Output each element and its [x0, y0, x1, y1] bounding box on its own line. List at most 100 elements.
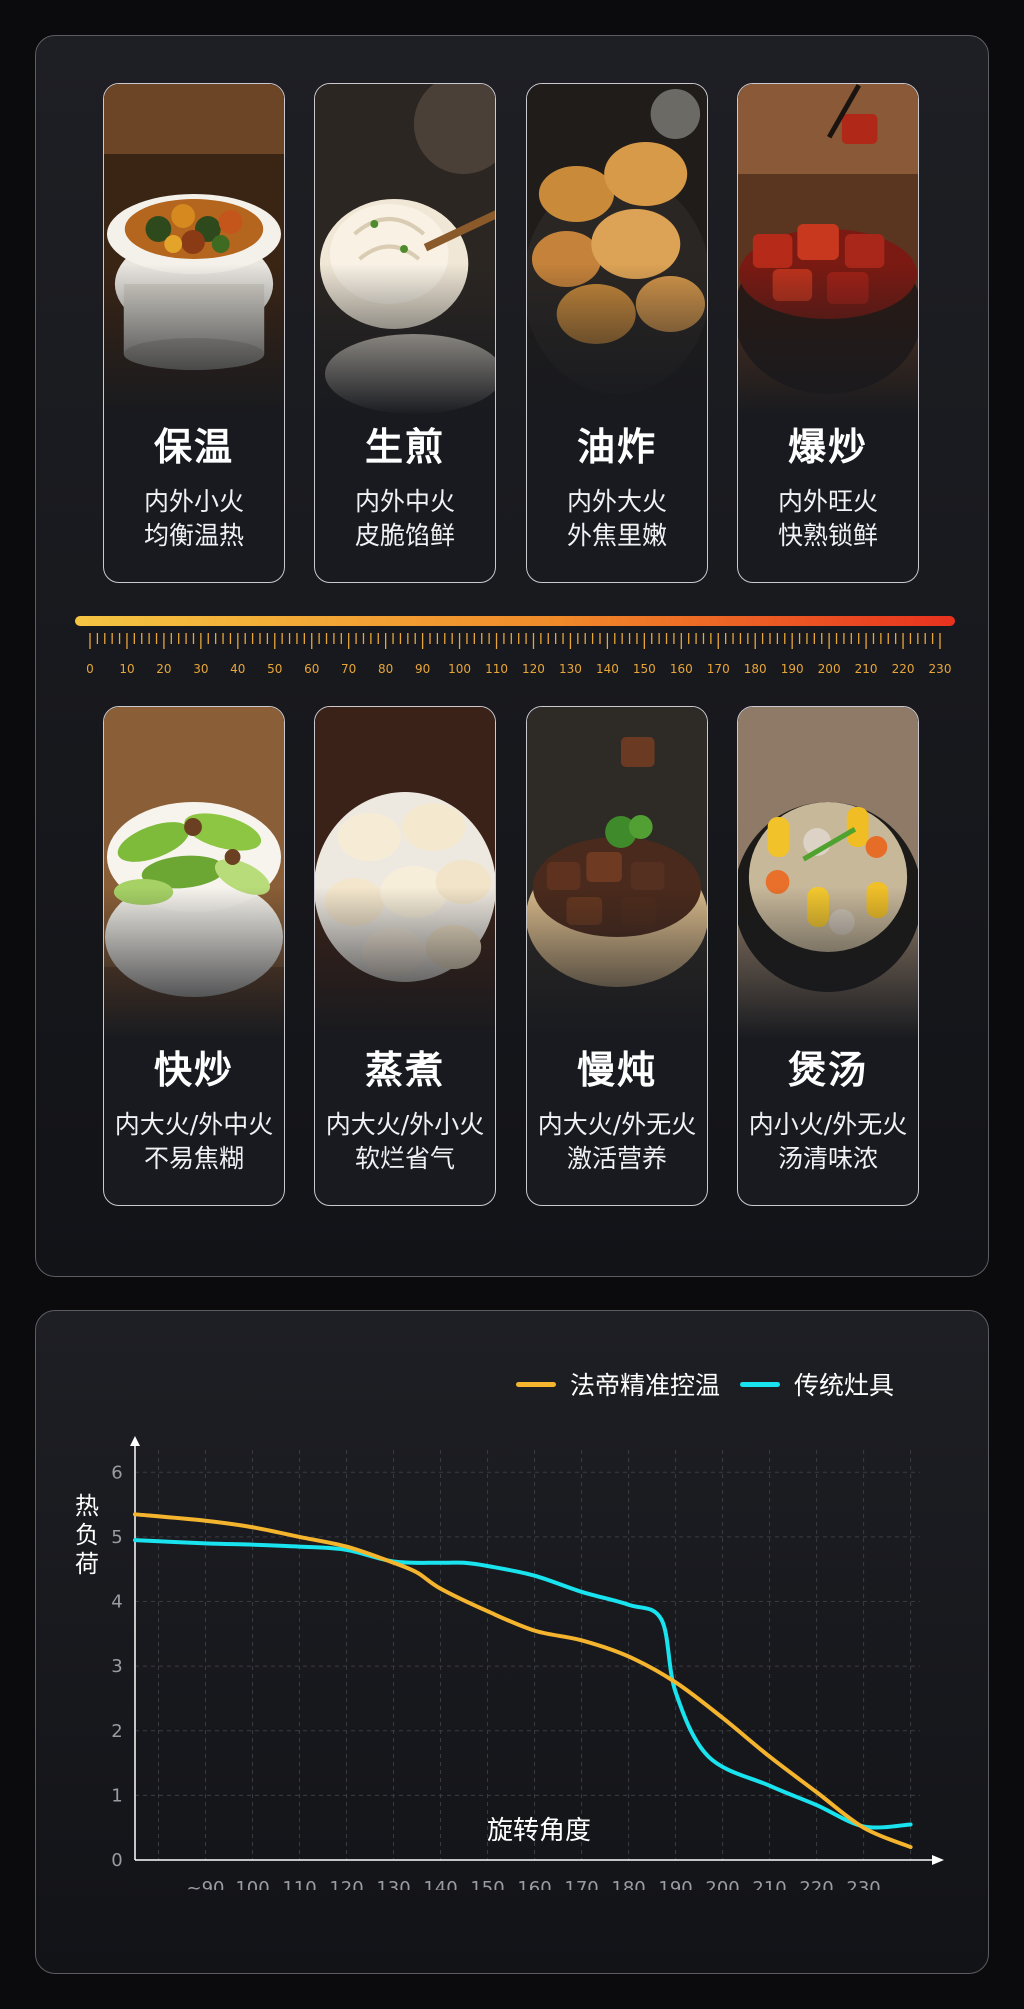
card-fade — [527, 887, 707, 1047]
mode-card: 煲汤 内小火/外无火 汤清味浓 — [737, 706, 919, 1206]
x-tick-label: 170 — [564, 1878, 598, 1890]
y-tick-label: 5 — [111, 1527, 122, 1548]
x-tick-label: ~90 — [187, 1878, 225, 1890]
mode-title: 快炒 — [153, 1048, 234, 1092]
mode-flame-setting: 内外大火 — [566, 487, 667, 516]
scale-label: 170 — [707, 662, 730, 676]
scale-label: 80 — [378, 662, 393, 676]
mode-flame-setting: 内外旺火 — [777, 487, 878, 516]
card-fade — [104, 887, 284, 1047]
mode-card: 爆炒 内外旺火 快熟锁鲜 — [737, 83, 919, 583]
card-fade — [315, 264, 495, 424]
mode-benefit: 汤清味浓 — [777, 1144, 878, 1173]
scale-label: 190 — [781, 662, 804, 676]
scale-label: 120 — [522, 662, 545, 676]
mode-card: 快炒 内大火/外中火 不易焦糊 — [103, 706, 285, 1206]
x-tick-label: 230 — [846, 1878, 880, 1890]
scale-label: 100 — [448, 662, 471, 676]
y-tick-label: 4 — [111, 1592, 122, 1613]
x-tick-label: 140 — [423, 1878, 457, 1890]
scale-label: 90 — [415, 662, 430, 676]
mode-benefit: 皮脆馅鲜 — [354, 521, 455, 550]
mode-benefit: 快熟锁鲜 — [777, 521, 878, 550]
x-tick-label: 160 — [517, 1878, 551, 1890]
scale-label: 130 — [559, 662, 582, 676]
scale-label: 30 — [193, 662, 208, 676]
scale-label: 0 — [86, 662, 94, 676]
x-tick-label: 100 — [235, 1878, 269, 1890]
scale-label: 140 — [596, 662, 619, 676]
x-tick-label: 220 — [799, 1878, 833, 1890]
mode-benefit: 软烂省气 — [354, 1144, 455, 1173]
mode-title: 保温 — [153, 425, 234, 469]
x-tick-label: 180 — [611, 1878, 645, 1890]
temperature-gradient-bar — [75, 616, 955, 626]
x-tick-label: 200 — [705, 1878, 739, 1890]
mode-flame-setting: 内大火/外无火 — [537, 1110, 697, 1139]
card-fade — [104, 264, 284, 424]
x-tick-label: 110 — [282, 1878, 316, 1890]
mode-title: 慢炖 — [576, 1048, 657, 1092]
mode-card: 保温 内外小火 均衡温热 — [103, 83, 285, 583]
legend-swatch-cyan — [739, 1381, 780, 1387]
scale-label: 40 — [230, 662, 245, 676]
x-tick-label: 150 — [470, 1878, 504, 1890]
mode-card: 慢炖 内大火/外无火 激活营养 — [526, 706, 708, 1206]
mode-title: 爆炒 — [787, 425, 868, 469]
x-tick-label: 190 — [658, 1878, 692, 1890]
scale-label: 60 — [304, 662, 319, 676]
y-axis-arrow — [130, 1436, 140, 1446]
mode-title: 生煎 — [364, 425, 445, 469]
x-tick-label: 120 — [329, 1878, 363, 1890]
x-tick-label: 130 — [376, 1878, 410, 1890]
scale-label: 230 — [929, 662, 952, 676]
y-tick-label: 2 — [111, 1721, 122, 1742]
card-fade — [738, 887, 918, 1047]
mode-flame-setting: 内小火/外无火 — [748, 1110, 908, 1139]
mode-flame-setting: 内外小火 — [143, 487, 244, 516]
x-axis-arrow — [932, 1855, 944, 1865]
x-tick-label: 210 — [752, 1878, 786, 1890]
mode-title: 煲汤 — [787, 1048, 868, 1092]
mode-card: 蒸煮 内大火/外小火 软烂省气 — [314, 706, 496, 1206]
temperature-scale: 0 10 20 30 40 50 60 70 80 90 100 110 120 130 140 150 160… — [75, 616, 955, 676]
mode-benefit: 不易焦糊 — [143, 1144, 244, 1173]
scale-label: 70 — [341, 662, 356, 676]
mode-flame-setting: 内外中火 — [354, 487, 455, 516]
x-axis-label: 旋转角度 — [487, 1816, 592, 1846]
y-tick-label: 1 — [111, 1785, 122, 1806]
legend-item-fadi: 法帝精准控温 — [515, 1366, 720, 1402]
mode-benefit: 激活营养 — [566, 1144, 667, 1173]
mode-title: 蒸煮 — [364, 1048, 445, 1092]
scale-label: 10 — [119, 662, 134, 676]
scale-label: 160 — [670, 662, 693, 676]
mode-benefit: 均衡温热 — [143, 521, 244, 550]
scale-label: 110 — [485, 662, 508, 676]
mode-flame-setting: 内大火/外小火 — [325, 1110, 485, 1139]
legend-label-traditional: 传统灶具 — [793, 1371, 894, 1400]
series-line-traditional — [133, 1538, 913, 1830]
card-fade — [738, 264, 918, 424]
scale-label: 220 — [892, 662, 915, 676]
y-tick-label: 3 — [111, 1656, 122, 1677]
y-tick-label: 6 — [111, 1462, 122, 1483]
mode-card: 油炸 内外大火 外焦里嫩 — [526, 83, 708, 583]
scale-label: 20 — [156, 662, 171, 676]
mode-card: 生煎 内外中火 皮脆馅鲜 — [314, 83, 496, 583]
scale-label: 50 — [267, 662, 282, 676]
card-fade — [527, 264, 707, 424]
legend-swatch-gold — [515, 1381, 556, 1387]
scale-label: 210 — [855, 662, 878, 676]
legend-label-fadi: 法帝精准控温 — [569, 1371, 720, 1400]
y-tick-label: 0 — [111, 1850, 122, 1871]
card-fade — [315, 887, 495, 1047]
chart-legend: 法帝精准控温 传统灶具 — [515, 1366, 894, 1402]
legend-item-traditional: 传统灶具 — [739, 1366, 894, 1402]
mode-benefit: 外焦里嫩 — [566, 521, 667, 550]
y-axis-label: 热负荷 — [75, 1492, 99, 1578]
mode-flame-setting: 内大火/外中火 — [114, 1110, 274, 1139]
mode-title: 油炸 — [576, 425, 657, 469]
scale-label: 200 — [818, 662, 841, 676]
scale-label: 150 — [633, 662, 656, 676]
scale-label: 180 — [744, 662, 767, 676]
